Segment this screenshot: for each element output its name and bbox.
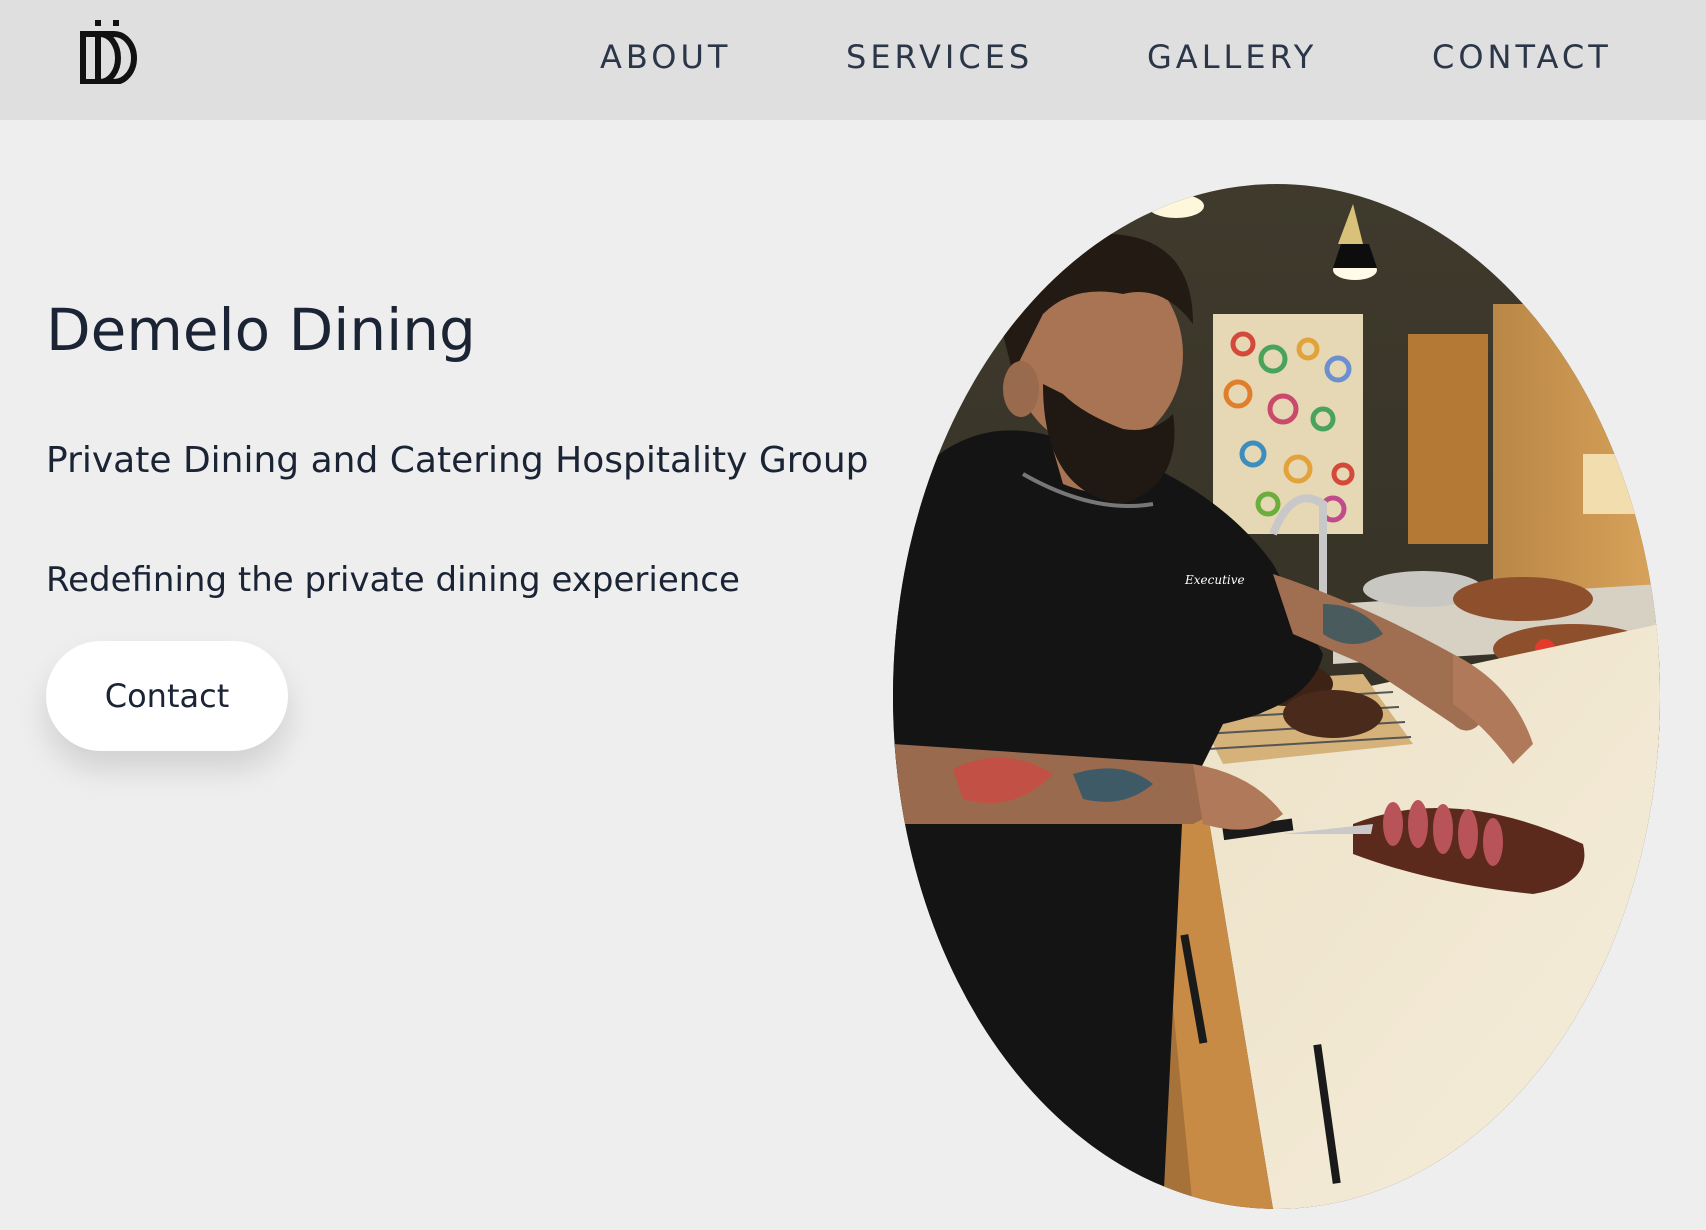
hero-subline: Redefining the private dining experience bbox=[46, 560, 740, 600]
contact-button[interactable]: Contact bbox=[46, 641, 288, 751]
nav-contact-link[interactable]: CONTACT bbox=[1432, 38, 1612, 78]
hero-tagline: Private Dining and Catering Hospitality … bbox=[46, 440, 869, 481]
page-title: Demelo Dining bbox=[46, 296, 476, 364]
top-navigation-bar: ABOUT SERVICES GALLERY CONTACT bbox=[0, 0, 1706, 120]
svg-text:Executive: Executive bbox=[1184, 573, 1245, 587]
dd-logo-icon[interactable] bbox=[80, 18, 140, 85]
nav-gallery-link[interactable]: GALLERY bbox=[1147, 38, 1317, 78]
chef-photo-image: Executive bbox=[893, 184, 1660, 1209]
nav-services-link[interactable]: SERVICES bbox=[846, 38, 1033, 78]
nav-about-link[interactable]: ABOUT bbox=[600, 38, 731, 78]
